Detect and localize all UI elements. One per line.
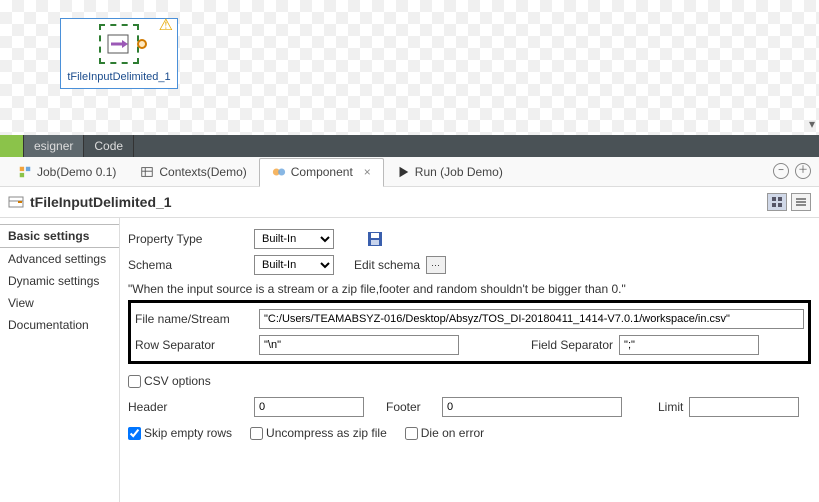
basic-settings-form: Property Type Built-In Schema Built-In E… <box>120 218 819 502</box>
filename-label: File name/Stream <box>135 312 253 326</box>
schema-select[interactable]: Built-In <box>254 255 334 275</box>
tab-job-label: Job(Demo 0.1) <box>37 165 116 179</box>
tab-component-label: Component <box>291 165 353 179</box>
output-port-icon[interactable] <box>137 39 147 49</box>
run-icon <box>396 165 410 179</box>
property-type-select[interactable]: Built-In <box>254 229 334 249</box>
view-tab-bar: Job(Demo 0.1) Contexts(Demo) Component ×… <box>0 157 819 187</box>
maximize-icon[interactable]: ＋ <box>795 163 811 179</box>
row-separator-label: Row Separator <box>135 338 253 352</box>
nav-dynamic-settings[interactable]: Dynamic settings <box>0 270 119 292</box>
component-icon <box>272 165 286 179</box>
tab-contexts-label: Contexts(Demo) <box>159 165 246 179</box>
component-label: tFileInputDelimited_1 <box>63 71 175 83</box>
limit-input[interactable] <box>689 397 799 417</box>
component-title: tFileInputDelimited_1 <box>30 194 172 210</box>
editor-strip <box>0 135 24 157</box>
row-separator-input[interactable] <box>259 335 459 355</box>
stream-note: "When the input source is a stream or a … <box>128 282 811 296</box>
settings-side-nav: Basic settings Advanced settings Dynamic… <box>0 218 120 502</box>
nav-advanced-settings[interactable]: Advanced settings <box>0 248 119 270</box>
tab-run-label: Run (Job Demo) <box>415 165 503 179</box>
component-title-row: tFileInputDelimited_1 <box>0 187 819 217</box>
nav-basic-settings[interactable]: Basic settings <box>0 224 119 248</box>
tab-job[interactable]: Job(Demo 0.1) <box>6 157 128 186</box>
nav-documentation[interactable]: Documentation <box>0 314 119 336</box>
die-on-error-checkbox[interactable] <box>405 427 418 440</box>
tab-run[interactable]: Run (Job Demo) <box>384 157 515 186</box>
job-icon <box>18 165 32 179</box>
close-tab-icon[interactable]: × <box>364 165 371 179</box>
layout-list-button[interactable] <box>791 193 811 211</box>
footer-label: Footer <box>386 400 436 414</box>
warning-icon: ⚠ <box>159 15 173 35</box>
tab-contexts[interactable]: Contexts(Demo) <box>128 157 258 186</box>
skip-empty-checkbox[interactable] <box>128 427 141 440</box>
canvas-component-tfileinputdelimited[interactable]: ⚠ tFileInputDelimited_1 <box>60 18 178 89</box>
component-title-icon <box>8 194 24 210</box>
layout-grid-button[interactable] <box>767 193 787 211</box>
csv-options-checkbox[interactable] <box>128 375 141 388</box>
property-type-label: Property Type <box>128 232 248 246</box>
schema-label: Schema <box>128 258 248 272</box>
tab-code[interactable]: Code <box>84 135 134 157</box>
scroll-down-icon[interactable]: ▾ <box>809 117 815 131</box>
design-canvas[interactable]: ⚠ tFileInputDelimited_1 ▾ <box>0 0 819 135</box>
editor-tab-bar: esigner Code <box>0 135 819 157</box>
filename-input[interactable] <box>259 309 804 329</box>
highlighted-inputs: File name/Stream Row Separator Field Sep… <box>128 300 811 364</box>
header-label: Header <box>128 400 248 414</box>
uncompress-label: Uncompress as zip file <box>266 426 387 440</box>
die-on-error-label: Die on error <box>421 426 484 440</box>
uncompress-checkbox[interactable] <box>250 427 263 440</box>
limit-label: Limit <box>658 400 683 414</box>
contexts-icon <box>140 165 154 179</box>
nav-view[interactable]: View <box>0 292 119 314</box>
field-separator-label: Field Separator <box>531 338 613 352</box>
edit-schema-label: Edit schema <box>354 258 420 272</box>
field-separator-input[interactable] <box>619 335 759 355</box>
skip-empty-label: Skip empty rows <box>144 426 232 440</box>
edit-schema-button[interactable]: ⋯ <box>426 256 446 274</box>
tab-designer[interactable]: esigner <box>24 135 84 157</box>
header-input[interactable] <box>254 397 364 417</box>
minimize-icon[interactable]: − <box>773 163 789 179</box>
csv-options-label: CSV options <box>144 374 211 388</box>
save-icon[interactable] <box>366 230 384 248</box>
footer-input[interactable] <box>442 397 622 417</box>
file-input-icon <box>105 30 133 58</box>
tab-component[interactable]: Component × <box>259 158 384 187</box>
